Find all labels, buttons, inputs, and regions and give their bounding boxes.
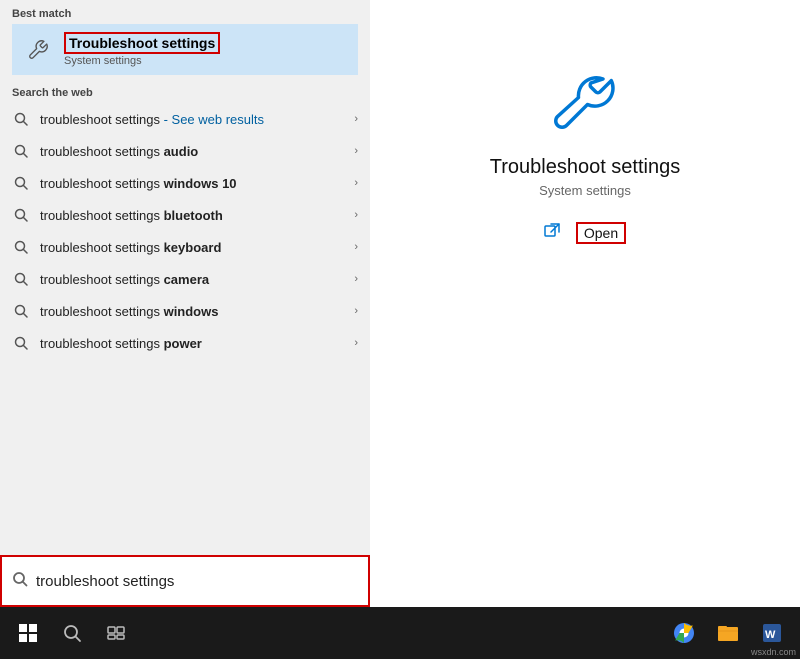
search-icon xyxy=(12,270,30,288)
search-result-text: troubleshoot settings camera xyxy=(40,272,350,287)
search-icon xyxy=(12,334,30,352)
open-button[interactable]: Open xyxy=(576,222,626,244)
start-button[interactable] xyxy=(10,615,46,651)
taskbar: W wsxdn.com xyxy=(0,607,800,659)
chevron-icon: › xyxy=(354,209,358,221)
list-item[interactable]: troubleshoot settings camera › xyxy=(0,263,370,295)
search-result-text: troubleshoot settings windows 10 xyxy=(40,176,350,191)
search-icon xyxy=(12,174,30,192)
taskbar-search-icon[interactable] xyxy=(54,615,90,651)
detail-wrench-icon xyxy=(545,60,625,140)
best-match-section: Best match Troubleshoot settings System … xyxy=(0,0,370,79)
search-result-list: troubleshoot settings - See web results … xyxy=(0,103,370,555)
open-external-icon xyxy=(544,223,560,244)
search-bar-icon xyxy=(12,571,28,592)
search-result-text: troubleshoot settings windows xyxy=(40,304,350,319)
detail-actions: Open xyxy=(544,222,626,244)
search-input[interactable] xyxy=(36,573,358,590)
search-icon xyxy=(12,206,30,224)
search-icon xyxy=(12,142,30,160)
wrench-icon xyxy=(22,34,54,66)
search-result-text: troubleshoot settings - See web results xyxy=(40,112,350,127)
best-match-subtitle: System settings xyxy=(64,55,220,67)
task-view-icon[interactable] xyxy=(98,615,134,651)
best-match-title: Troubleshoot settings xyxy=(64,32,220,54)
chevron-icon: › xyxy=(354,273,358,285)
chevron-icon: › xyxy=(354,145,358,157)
chevron-icon: › xyxy=(354,305,358,317)
list-item[interactable]: troubleshoot settings keyboard › xyxy=(0,231,370,263)
right-panel: Troubleshoot settings System settings Op… xyxy=(370,0,800,607)
search-icon xyxy=(12,110,30,128)
word-icon[interactable]: W xyxy=(754,615,790,651)
search-bar-container xyxy=(0,555,370,607)
search-result-text: troubleshoot settings audio xyxy=(40,144,350,159)
best-match-label: Best match xyxy=(12,8,358,20)
watermark: wsxdn.com xyxy=(751,647,796,657)
search-icon xyxy=(12,238,30,256)
chevron-icon: › xyxy=(354,177,358,189)
detail-title: Troubleshoot settings xyxy=(490,156,680,179)
best-match-item[interactable]: Troubleshoot settings System settings xyxy=(12,24,358,75)
list-item[interactable]: troubleshoot settings power › xyxy=(0,327,370,359)
chrome-icon[interactable] xyxy=(666,615,702,651)
chevron-icon: › xyxy=(354,337,358,349)
list-item[interactable]: troubleshoot settings windows 10 › xyxy=(0,167,370,199)
file-explorer-icon[interactable] xyxy=(710,615,746,651)
chevron-icon: › xyxy=(354,241,358,253)
detail-subtitle: System settings xyxy=(539,183,631,198)
list-item[interactable]: troubleshoot settings - See web results … xyxy=(0,103,370,135)
list-item[interactable]: troubleshoot settings audio › xyxy=(0,135,370,167)
list-item[interactable]: troubleshoot settings bluetooth › xyxy=(0,199,370,231)
web-link-text: - See web results xyxy=(164,112,264,127)
svg-text:W: W xyxy=(765,629,776,641)
chevron-icon: › xyxy=(354,113,358,125)
best-match-text: Troubleshoot settings System settings xyxy=(64,32,220,67)
search-icon xyxy=(12,302,30,320)
left-panel: Best match Troubleshoot settings System … xyxy=(0,0,370,607)
list-item[interactable]: troubleshoot settings windows › xyxy=(0,295,370,327)
search-result-text: troubleshoot settings power xyxy=(40,336,350,351)
search-web-label: Search the web xyxy=(0,79,370,103)
search-result-text: troubleshoot settings bluetooth xyxy=(40,208,350,223)
search-result-text: troubleshoot settings keyboard xyxy=(40,240,350,255)
